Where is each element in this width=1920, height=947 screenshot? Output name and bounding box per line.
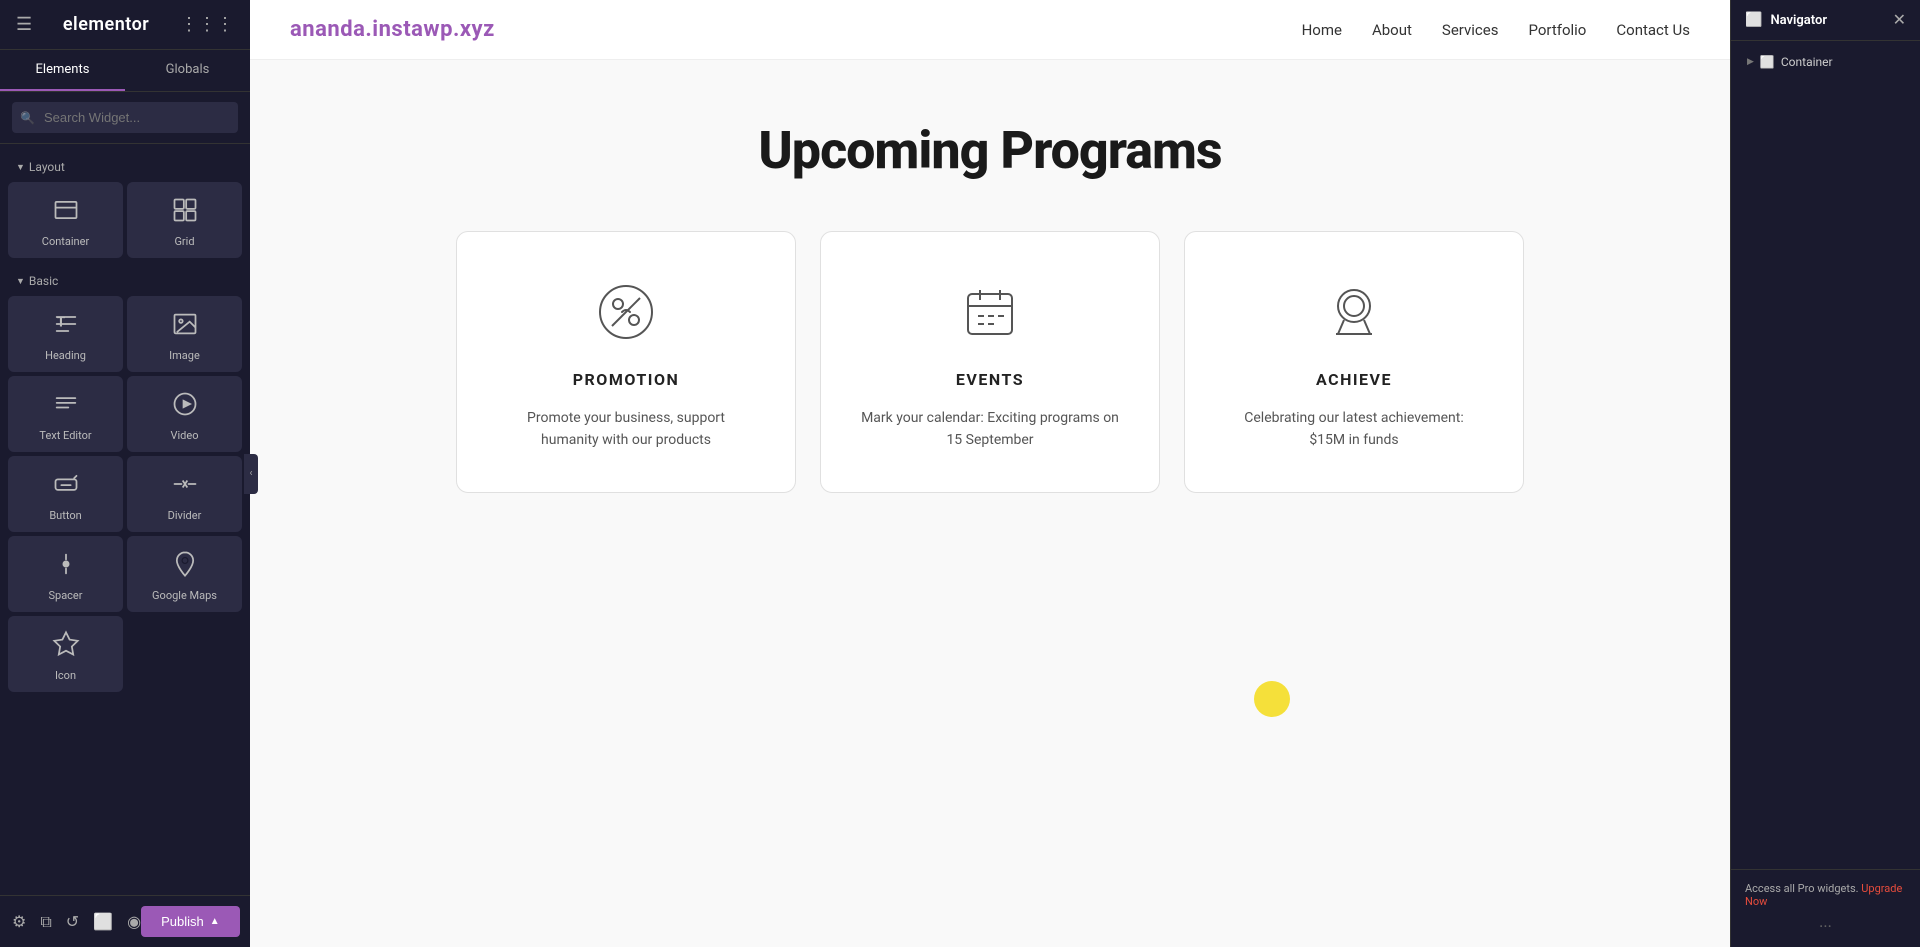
publish-button[interactable]: Publish ▲ [141,906,240,937]
card-events: EVENTS Mark your calendar: Exciting prog… [820,231,1160,493]
basic-widgets: T Heading Image Text Editor Vi [8,296,242,692]
divider-icon [171,470,199,503]
card-promotion-title: PROMOTION [573,370,680,389]
card-promotion: PROMOTION Promote your business, support… [456,231,796,493]
tab-globals[interactable]: Globals [125,50,250,91]
widget-container-label: Container [42,235,89,248]
publish-chevron-icon: ▲ [210,916,220,927]
settings-icon[interactable]: ⚙ [12,912,26,932]
widget-text-editor-label: Text Editor [39,429,91,442]
widget-video[interactable]: Video [127,376,242,452]
card-promotion-desc: Promote your business, support humanity … [497,407,755,452]
nav-tree-container[interactable]: ▶ ⬜ Container [1739,49,1912,75]
hamburger-icon[interactable]: ☰ [16,14,32,35]
icon-widget-icon [52,630,80,663]
text-editor-icon [52,390,80,423]
navigator-panel-icon: ⬜ [1745,12,1762,28]
widget-grid[interactable]: Grid [127,182,242,258]
sidebar-header: ☰ elementor ⋮⋮⋮ [0,0,250,50]
widget-image-label: Image [169,349,200,362]
widget-text-editor[interactable]: Text Editor [8,376,123,452]
widget-grid-label: Grid [174,235,194,248]
card-achieve-title: ACHIEVE [1316,370,1392,389]
button-icon [52,470,80,503]
card-events-desc: Mark your calendar: Exciting programs on… [861,407,1119,452]
layout-section-label[interactable]: Layout [8,154,242,182]
layout-widgets: Container Grid [8,182,242,258]
widget-heading-label: Heading [45,349,86,362]
bottom-icons: ⚙ ⧉ ↺ ⬜ ◉ [12,912,141,932]
widget-icon[interactable]: Icon [8,616,123,692]
preview-icon[interactable]: ◉ [127,912,141,932]
google-maps-icon [171,550,199,583]
nav-item-contact[interactable]: Contact Us [1616,20,1690,39]
container-icon [52,196,80,229]
widget-icon-label: Icon [55,669,76,682]
nav-item-home[interactable]: Home [1302,20,1342,39]
layers-icon[interactable]: ⧉ [40,912,51,932]
navigator-title: ⬜ Navigator [1745,12,1827,28]
achieve-icon [1324,282,1384,352]
yellow-dot [1254,681,1290,717]
nav-tree-arrow-icon: ▶ [1747,57,1754,67]
heading-icon: T [52,310,80,343]
navigator-footer: Access all Pro widgets. Upgrade Now ... [1731,869,1920,947]
svg-text:T: T [56,314,65,330]
sidebar-tabs: Elements Globals [0,50,250,92]
responsive-icon[interactable]: ⬜ [93,912,113,932]
widget-image[interactable]: Image [127,296,242,372]
navigator-dots: ... [1745,908,1906,935]
nav-item-services[interactable]: Services [1442,20,1499,39]
close-navigator-button[interactable]: ✕ [1893,12,1906,28]
navigator-header: ⬜ Navigator ✕ [1731,0,1920,41]
nav-tree-box-icon: ⬜ [1760,55,1775,69]
search-input[interactable] [12,102,238,133]
nav-links: Home About Services Portfolio Contact Us [1302,20,1690,39]
left-sidebar: ☰ elementor ⋮⋮⋮ Elements Globals Layout … [0,0,250,947]
widget-spacer-label: Spacer [48,589,82,602]
page-body: Upcoming Programs PROMOTION Promote your… [250,60,1730,947]
navigator-panel: ⬜ Navigator ✕ ▶ ⬜ Container Access all P… [1730,0,1920,947]
image-icon [171,310,199,343]
tab-elements[interactable]: Elements [0,50,125,91]
card-events-title: EVENTS [956,370,1024,389]
events-icon [960,282,1020,352]
video-icon [171,390,199,423]
history-icon[interactable]: ↺ [66,912,79,932]
main-canvas: ananda.instawp.xyz Home About Services P… [250,0,1730,947]
widgets-panel: Layout Container Grid Basic T [0,144,250,922]
grid-widget-icon [171,196,199,229]
widget-video-label: Video [171,429,199,442]
promotion-icon [596,282,656,352]
search-area [0,92,250,144]
widget-divider[interactable]: Divider [127,456,242,532]
nav-item-about[interactable]: About [1372,20,1412,39]
basic-section-label[interactable]: Basic [8,268,242,296]
card-achieve: ACHIEVE Celebrating our latest achieveme… [1184,231,1524,493]
section-title: Upcoming Programs [758,120,1221,181]
grid-icon[interactable]: ⋮⋮⋮ [180,14,234,35]
card-achieve-desc: Celebrating our latest achievement: $15M… [1225,407,1483,452]
bottom-bar: ⚙ ⧉ ↺ ⬜ ◉ Publish ▲ [0,895,250,947]
collapse-handle[interactable]: ‹ [244,454,258,494]
app-logo: elementor [63,14,149,35]
widget-google-maps[interactable]: Google Maps [127,536,242,612]
widget-button-label: Button [49,509,81,522]
widget-divider-label: Divider [168,509,202,522]
widget-container[interactable]: Container [8,182,123,258]
site-logo: ananda.instawp.xyz [290,17,495,42]
site-nav: ananda.instawp.xyz Home About Services P… [250,0,1730,60]
widget-spacer[interactable]: Spacer [8,536,123,612]
widget-heading[interactable]: T Heading [8,296,123,372]
widget-button[interactable]: Button [8,456,123,532]
cards-row: PROMOTION Promote your business, support… [440,231,1540,493]
navigator-body: ▶ ⬜ Container [1731,41,1920,869]
spacer-icon [52,550,80,583]
widget-google-maps-label: Google Maps [152,589,217,602]
nav-item-portfolio[interactable]: Portfolio [1528,20,1586,39]
